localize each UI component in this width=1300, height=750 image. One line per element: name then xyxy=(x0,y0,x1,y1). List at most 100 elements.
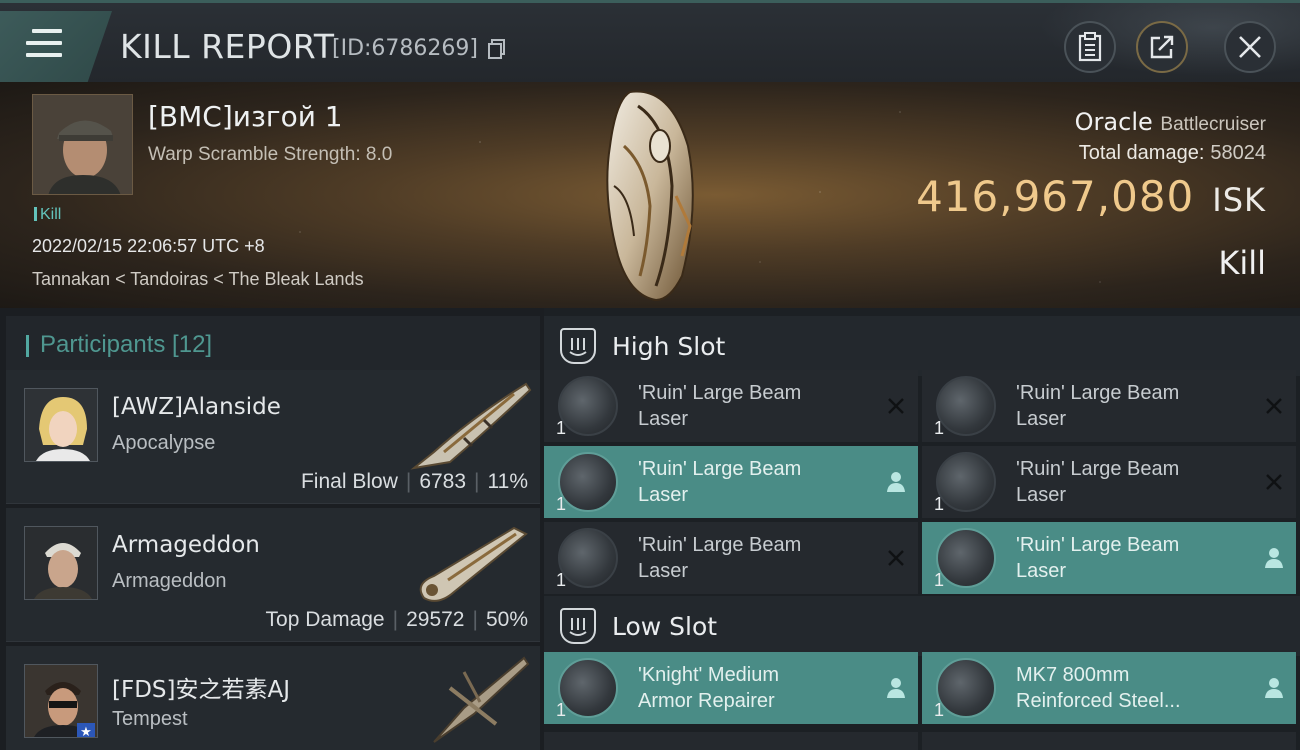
participant-damage-pct: 11% xyxy=(487,470,528,493)
participant-stats: Final Blow | 6783 | 11% xyxy=(300,470,528,493)
ship-type-name[interactable]: Oracle xyxy=(1075,108,1153,136)
module-name-line2: Laser xyxy=(1016,484,1067,506)
module-name-line2: Laser xyxy=(638,560,689,582)
svg-text:★: ★ xyxy=(80,725,92,738)
participant-avatar[interactable]: ★ xyxy=(24,664,98,738)
participant-ship: Apocalypse xyxy=(112,432,216,454)
module-tile[interactable]: 1 'Ruin' Large Beam Laser xyxy=(544,522,918,594)
module-name-line1: 'Ruin' Large Beam xyxy=(638,458,802,480)
share-button[interactable] xyxy=(1136,21,1188,73)
module-icon xyxy=(936,658,996,718)
victim-ship-name: Oracle Battlecruiser xyxy=(1075,108,1266,136)
module-tile[interactable]: 1 MK7 800mm Reinforced Steel... xyxy=(922,652,1296,724)
destroyed-x-icon xyxy=(888,550,904,566)
module-icon xyxy=(558,528,618,588)
participant-ship-image xyxy=(433,656,530,743)
low-slot-label: Low Slot xyxy=(612,612,718,641)
participant-damage-pct: 50% xyxy=(485,608,528,631)
destroyed-x-icon xyxy=(1266,398,1282,414)
warp-scramble-strength: Warp Scramble Strength: 8.0 xyxy=(148,144,393,165)
top-bar: KILL REPORT [ID:6786269] xyxy=(0,0,1300,85)
isk-value: 416,967,080 ISK xyxy=(916,172,1266,221)
participant-role: Final Blow xyxy=(300,470,398,493)
module-quantity: 1 xyxy=(556,700,567,720)
module-quantity: 1 xyxy=(556,570,567,590)
module-name-line1: 'Ruin' Large Beam xyxy=(638,534,802,556)
isk-unit: ISK xyxy=(1212,181,1266,219)
participant-name[interactable]: [AWZ]Alanside xyxy=(112,394,281,420)
kill-tag: Kill xyxy=(34,206,61,224)
avatar-image: ★ xyxy=(25,665,97,738)
module-name-line1: 'Knight' Medium xyxy=(638,664,780,686)
high-slot-header: High Slot xyxy=(544,316,1300,376)
avatar-image xyxy=(25,389,97,461)
close-button[interactable] xyxy=(1224,21,1276,73)
module-name: 'Ruin' Large Beam Laser xyxy=(1016,456,1256,508)
module-icon xyxy=(936,528,996,588)
module-icon xyxy=(936,452,996,512)
module-name: 'Knight' Medium Armor Repairer xyxy=(638,662,878,714)
module-name: 'Ruin' Large Beam Laser xyxy=(1016,532,1256,584)
close-icon xyxy=(1239,36,1261,58)
module-name-line2: Reinforced Steel... xyxy=(1016,690,1181,712)
module-tile[interactable]: 1 'Knight' Medium Armor Repairer xyxy=(544,652,918,724)
module-tile[interactable]: 1 'Ruin' Large Beam Laser xyxy=(922,370,1296,442)
destroyed-x-icon xyxy=(1266,474,1282,490)
participant-ship: Tempest xyxy=(112,708,188,730)
participant-ship: Armageddon xyxy=(112,570,227,592)
module-name-line1: MK7 800mm xyxy=(1016,664,1130,686)
module-name-line1: 'Ruin' Large Beam xyxy=(1016,534,1180,556)
ship-class: Battlecruiser xyxy=(1160,114,1266,135)
module-partial-row xyxy=(544,732,918,750)
module-name: 'Ruin' Large Beam Laser xyxy=(638,380,878,432)
participant-row[interactable]: ★ [FDS]安之若素AJ Tempest xyxy=(6,646,540,750)
module-tile[interactable]: 1 'Ruin' Large Beam Laser xyxy=(544,370,918,442)
kill-timestamp: 2022/02/15 22:06:57 UTC +8 xyxy=(32,236,265,256)
module-quantity: 1 xyxy=(934,570,945,590)
high-slot-label: High Slot xyxy=(612,332,726,361)
victim-banner: [BMC]изгой 1 Warp Scramble Strength: 8.0… xyxy=(0,82,1300,308)
participant-name[interactable]: Armageddon xyxy=(112,532,260,558)
module-tile[interactable]: 1 'Ruin' Large Beam Laser xyxy=(922,522,1296,594)
participant-avatar[interactable] xyxy=(24,388,98,462)
module-tile[interactable]: 1 'Ruin' Large Beam Laser xyxy=(922,446,1296,518)
participant-row[interactable]: [AWZ]Alanside Apocalypse Final Blow | 6783… xyxy=(6,370,540,504)
participant-row[interactable]: Armageddon Armageddon Top Damage | 29572 | 5… xyxy=(6,508,540,642)
module-tile[interactable]: 1 'Ruin' Large Beam Laser xyxy=(544,446,918,518)
module-name-line2: Laser xyxy=(638,484,689,506)
victim-ship-image[interactable] xyxy=(590,86,710,304)
menu-icon xyxy=(26,29,62,57)
participants-label: Participants [12] xyxy=(40,331,213,358)
portrait-image xyxy=(33,95,132,194)
destroyed-x-icon xyxy=(888,398,904,414)
victim-name[interactable]: [BMC]изгой 1 xyxy=(148,100,343,133)
clipboard-button[interactable] xyxy=(1064,21,1116,73)
low-slot-icon xyxy=(560,608,596,644)
module-name-line2: Laser xyxy=(1016,560,1067,582)
victim-portrait[interactable] xyxy=(32,94,133,195)
pilot-icon xyxy=(1265,678,1283,698)
participant-ship-image xyxy=(419,526,528,602)
menu-button[interactable] xyxy=(0,11,112,83)
participant-damage: 29572 xyxy=(406,608,465,631)
module-name: 'Ruin' Large Beam Laser xyxy=(638,456,878,508)
module-quantity: 1 xyxy=(934,418,945,438)
module-name-line2: Laser xyxy=(638,408,689,430)
module-icon xyxy=(936,376,996,436)
low-slot-header: Low Slot xyxy=(544,596,1300,656)
report-id: [ID:6786269] xyxy=(332,36,478,61)
module-icon xyxy=(558,376,618,436)
result-label: Kill xyxy=(1218,244,1266,282)
module-name-line1: 'Ruin' Large Beam xyxy=(638,382,802,404)
participant-damage: 6783 xyxy=(419,470,467,493)
module-quantity: 1 xyxy=(934,494,945,514)
pilot-icon xyxy=(887,472,905,492)
participant-name[interactable]: [FDS]安之若素AJ xyxy=(112,670,290,704)
module-quantity: 1 xyxy=(556,418,567,438)
module-partial-row xyxy=(922,732,1296,750)
copy-icon[interactable] xyxy=(488,39,506,59)
module-quantity: 1 xyxy=(934,700,945,720)
total-damage-label: Total damage: xyxy=(1078,142,1205,164)
participant-avatar[interactable] xyxy=(24,526,98,600)
kill-location: Tannakan < Tandoiras < The Bleak Lands xyxy=(32,269,364,289)
